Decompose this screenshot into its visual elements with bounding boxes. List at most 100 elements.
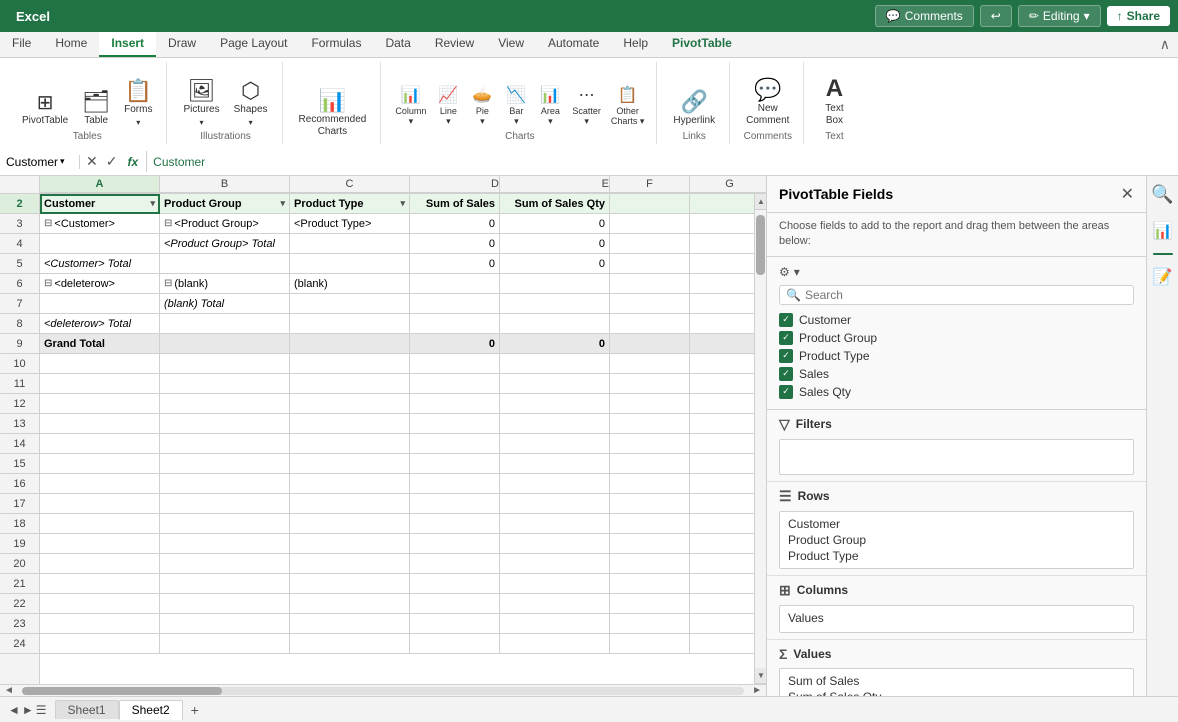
cell-c8[interactable]	[290, 314, 410, 334]
new-comment-button[interactable]: 💬 NewComment	[740, 77, 795, 129]
confirm-formula-icon[interactable]: ✓	[104, 151, 120, 172]
row-num-19[interactable]: 19	[0, 534, 39, 554]
gear-button[interactable]: ⚙ ▾	[779, 265, 1134, 279]
cell-d3[interactable]: 0	[410, 214, 500, 234]
add-sheet-button[interactable]: +	[183, 700, 207, 720]
table-button[interactable]: 🗂 Table	[76, 89, 116, 129]
scroll-down-button[interactable]: ▼	[755, 668, 766, 684]
forms-button[interactable]: 📋 Forms ▾	[118, 78, 158, 129]
search-sidebar-icon[interactable]: 🔍	[1147, 180, 1177, 209]
cell-f2[interactable]	[610, 194, 690, 214]
data-sidebar-icon[interactable]: 📊	[1149, 217, 1177, 245]
vertical-scrollbar[interactable]: ▲ ▼	[754, 194, 766, 684]
row-num-24[interactable]: 24	[0, 634, 39, 654]
cell-c2[interactable]: Product Type ▾	[290, 194, 410, 214]
field-checkbox-customer[interactable]: ✓	[779, 313, 793, 327]
pictures-button[interactable]: 🖼 Pictures ▾	[177, 78, 225, 129]
scroll-thumb-h[interactable]	[22, 687, 222, 695]
cell-b6[interactable]: ⊟(blank)	[160, 274, 290, 294]
cell-e4[interactable]: 0	[500, 234, 610, 254]
tab-file[interactable]: File	[0, 32, 43, 57]
field-item-product-type[interactable]: ✓ Product Type	[779, 347, 1134, 365]
row-num-5[interactable]: 5	[0, 254, 39, 274]
row-num-2[interactable]: 2	[0, 194, 39, 214]
tab-view[interactable]: View	[486, 32, 536, 57]
cell-e2[interactable]: Sum of Sales Qty	[500, 194, 610, 214]
cell-g9[interactable]	[690, 334, 754, 354]
cell-g3[interactable]	[690, 214, 754, 234]
row-num-15[interactable]: 15	[0, 454, 39, 474]
tab-review[interactable]: Review	[423, 32, 486, 57]
rows-item-product-group[interactable]: Product Group	[788, 532, 1125, 548]
cell-d8[interactable]	[410, 314, 500, 334]
nav-next-icon[interactable]: ►	[22, 703, 34, 717]
cell-b4[interactable]: <Product Group> Total	[160, 234, 290, 254]
col-header-b[interactable]: B	[160, 176, 290, 193]
cell-c6[interactable]: (blank)	[290, 274, 410, 294]
scroll-up-button[interactable]: ▲	[755, 194, 766, 210]
cell-g8[interactable]	[690, 314, 754, 334]
cell-e8[interactable]	[500, 314, 610, 334]
expand-icon2[interactable]: ⊟	[164, 218, 172, 229]
row-num-11[interactable]: 11	[0, 374, 39, 394]
cell-d7[interactable]	[410, 294, 500, 314]
col-header-a[interactable]: A	[40, 176, 160, 193]
dropdown-icon[interactable]: ▾	[150, 198, 155, 209]
recommended-charts-button[interactable]: 📊 RecommendedCharts	[293, 88, 373, 140]
editing-button[interactable]: ✏ Editing ▾	[1018, 5, 1101, 27]
ribbon-expand-icon[interactable]: ∧	[1152, 32, 1178, 57]
cell-f3[interactable]	[610, 214, 690, 234]
notes-sidebar-icon[interactable]: 📝	[1149, 263, 1177, 291]
col-header-g[interactable]: G	[690, 176, 766, 193]
tab-automate[interactable]: Automate	[536, 32, 611, 57]
cell-d2[interactable]: Sum of Sales	[410, 194, 500, 214]
pivot-panel-close-button[interactable]: ✕	[1121, 184, 1134, 204]
tab-home[interactable]: Home	[43, 32, 99, 57]
row-num-12[interactable]: 12	[0, 394, 39, 414]
cell-c5[interactable]	[290, 254, 410, 274]
cell-b8[interactable]	[160, 314, 290, 334]
col-header-f[interactable]: F	[610, 176, 690, 193]
values-item-sum-sales-qty[interactable]: Sum of Sales Qty	[788, 689, 1125, 696]
cell-d4[interactable]: 0	[410, 234, 500, 254]
sheet-tab-2[interactable]: Sheet2	[119, 700, 183, 720]
tab-help[interactable]: Help	[611, 32, 660, 57]
expand-icon[interactable]: ⊟	[44, 218, 52, 229]
cell-e9[interactable]: 0	[500, 334, 610, 354]
cell-reference[interactable]: Customer ▾	[0, 155, 80, 169]
scroll-left-button[interactable]: ◄	[0, 685, 18, 696]
cell-g7[interactable]	[690, 294, 754, 314]
col-header-c[interactable]: C	[290, 176, 410, 193]
cell-g4[interactable]	[690, 234, 754, 254]
cell-c9[interactable]	[290, 334, 410, 354]
cell-a6[interactable]: ⊟<deleterow>	[40, 274, 160, 294]
cell-f8[interactable]	[610, 314, 690, 334]
shapes-button[interactable]: ⬡ Shapes ▾	[228, 78, 274, 129]
dropdown-icon3[interactable]: ▾	[400, 198, 405, 209]
rows-item-product-type[interactable]: Product Type	[788, 548, 1125, 564]
dropdown-icon2[interactable]: ▾	[280, 198, 285, 209]
rows-item-customer[interactable]: Customer	[788, 516, 1125, 532]
line-chart-button[interactable]: 📈 Line▾	[432, 83, 464, 129]
cell-e3[interactable]: 0	[500, 214, 610, 234]
hyperlink-button[interactable]: 🔗 Hyperlink	[667, 89, 721, 129]
field-item-sales[interactable]: ✓ Sales	[779, 365, 1134, 383]
cell-f9[interactable]	[610, 334, 690, 354]
scatter-chart-button[interactable]: ⋯ Scatter▾	[568, 83, 605, 129]
cell-g5[interactable]	[690, 254, 754, 274]
search-input[interactable]	[805, 288, 1127, 302]
column-chart-button[interactable]: 📊 Column▾	[391, 83, 430, 129]
cell-b2[interactable]: Product Group ▾	[160, 194, 290, 214]
scroll-right-button[interactable]: ►	[748, 685, 766, 696]
row-num-16[interactable]: 16	[0, 474, 39, 494]
row-num-22[interactable]: 22	[0, 594, 39, 614]
nav-hamburger-icon[interactable]: ☰	[36, 703, 47, 717]
row-num-18[interactable]: 18	[0, 514, 39, 534]
cell-e6[interactable]	[500, 274, 610, 294]
pivottable-button[interactable]: ⊞ PivotTable	[16, 91, 74, 129]
tab-insert[interactable]: Insert	[99, 32, 156, 57]
other-charts-button[interactable]: 📋 OtherCharts ▾	[607, 83, 649, 129]
scroll-track[interactable]	[755, 210, 766, 668]
row-num-21[interactable]: 21	[0, 574, 39, 594]
row-num-9[interactable]: 9	[0, 334, 39, 354]
